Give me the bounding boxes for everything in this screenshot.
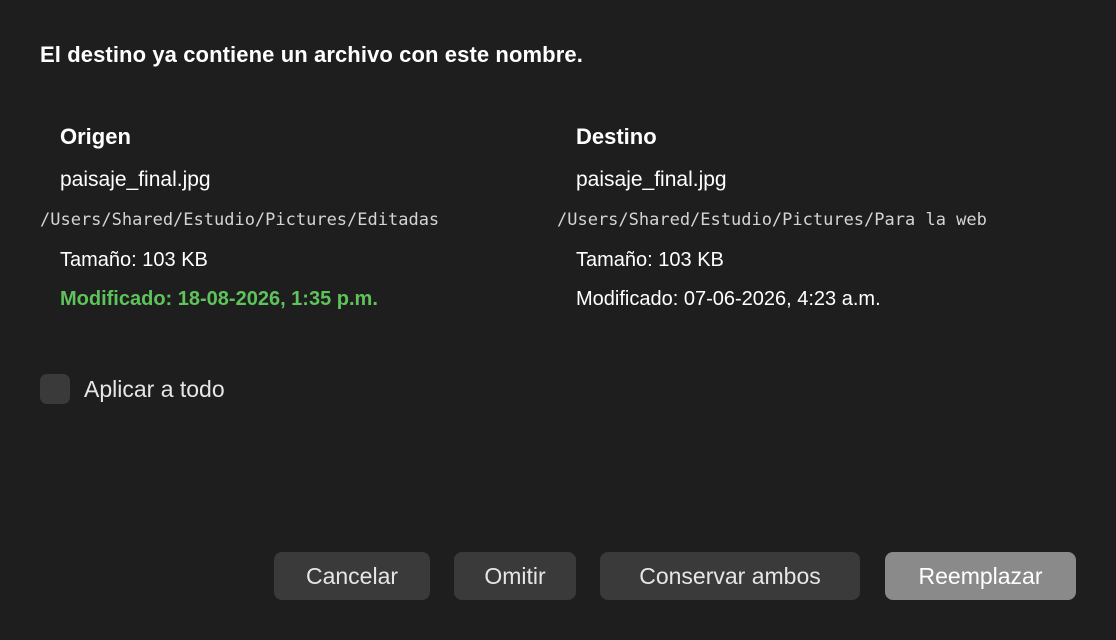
file-conflict-dialog: El destino ya contiene un archivo con es… [0, 0, 1116, 640]
apply-all-label[interactable]: Aplicar a todo [84, 376, 225, 403]
cancel-button[interactable]: Cancelar [274, 552, 430, 600]
source-filename: paisaje_final.jpg [60, 168, 211, 191]
destination-size: Tamaño: 103 KB [576, 249, 724, 271]
destination-filename: paisaje_final.jpg [576, 168, 727, 191]
apply-all-checkbox[interactable] [40, 374, 70, 404]
keep-both-button[interactable]: Conservar ambos [600, 552, 860, 600]
dialog-heading: El destino ya contiene un archivo con es… [40, 42, 583, 67]
destination-title: Destino [576, 124, 657, 149]
source-size: Tamaño: 103 KB [60, 249, 208, 271]
skip-button[interactable]: Omitir [454, 552, 576, 600]
apply-all-option[interactable]: Aplicar a todo [40, 374, 225, 404]
destination-modified: Modificado: 07-06-2026, 4:23 a.m. [576, 288, 881, 310]
source-path: /Users/Shared/Estudio/Pictures/Editadas [40, 210, 440, 230]
source-title: Origen [60, 124, 131, 149]
destination-path: /Users/Shared/Estudio/Pictures/Para la w… [557, 210, 987, 230]
replace-button[interactable]: Reemplazar [885, 552, 1076, 600]
source-modified: Modificado: 18-08-2026, 1:35 p.m. [60, 288, 378, 310]
